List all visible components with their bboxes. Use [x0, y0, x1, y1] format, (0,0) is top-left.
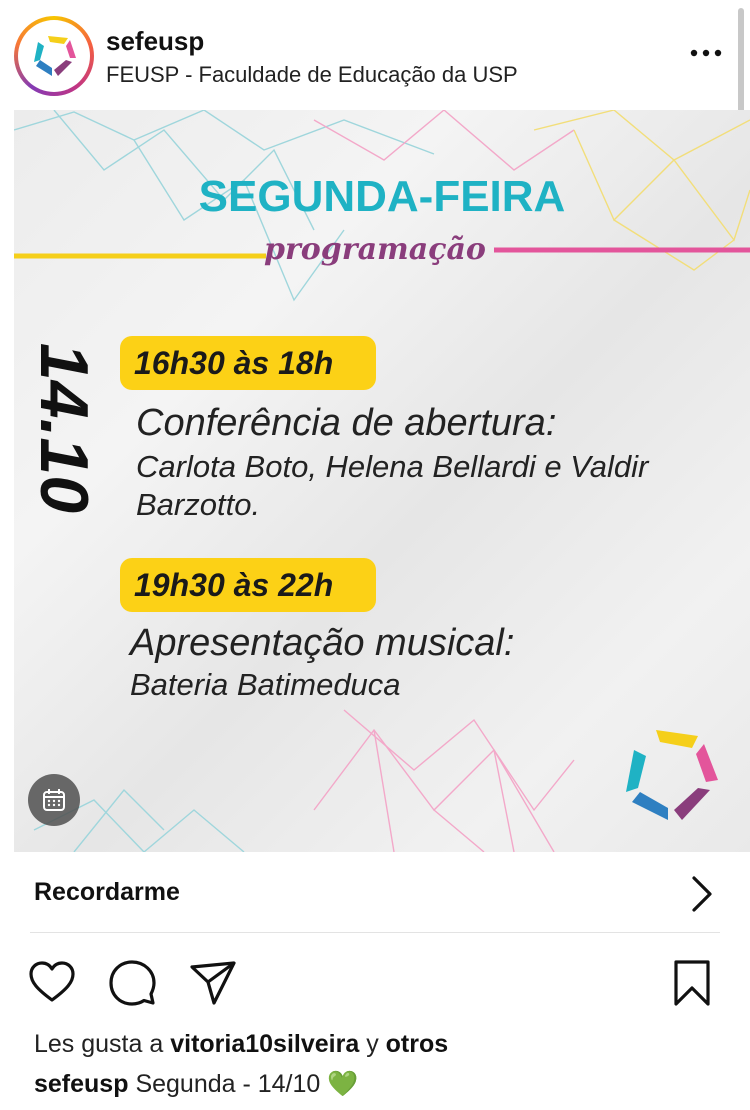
heart-icon [29, 961, 75, 1002]
profile-subtitle[interactable]: FEUSP - Faculdade de Educação da USP [106, 62, 518, 88]
post-header: sefeusp FEUSP - Faculdade de Educação da… [0, 0, 750, 118]
save-button[interactable] [668, 958, 718, 1008]
feusp-logo-icon [626, 730, 718, 820]
caption-username[interactable]: sefeusp [34, 1070, 128, 1098]
more-options-button[interactable] [686, 38, 726, 68]
caption-text: Segunda - 14/10 [135, 1070, 321, 1098]
likes-middle: y [366, 1030, 379, 1058]
share-icon [190, 961, 236, 1005]
comment-icon [109, 960, 156, 1006]
feusp-logo-icon [34, 36, 76, 76]
divider [30, 932, 720, 933]
avatar-logo [18, 20, 90, 92]
calendar-button[interactable] [28, 774, 80, 826]
chevron-right-icon [692, 876, 712, 912]
event-time-badge: 19h30 às 22h [120, 558, 376, 612]
likes-others[interactable]: otros [386, 1030, 449, 1058]
comment-button[interactable] [107, 958, 157, 1008]
username[interactable]: sefeusp [106, 26, 204, 57]
green-heart-emoji: 💚 [327, 1070, 359, 1098]
reminder-row[interactable]: Recordarme [0, 852, 750, 934]
bookmark-icon [674, 960, 710, 1006]
post-day-title: SEGUNDA-FEIRA [198, 172, 566, 221]
event-title: Apresentação musical: [130, 622, 515, 664]
action-bar [0, 950, 750, 1014]
post-date: 14.10 [26, 342, 102, 514]
event-names: Carlota Boto, Helena Bellardi e Valdir B… [136, 449, 649, 522]
likes-prefix: Les gusta a [34, 1030, 164, 1058]
more-options-icon [690, 49, 722, 57]
calendar-icon [43, 789, 65, 811]
event-title: Conferência de abertura: [136, 402, 557, 444]
scrollbar[interactable] [738, 8, 744, 118]
post-subtitle: programação [264, 232, 486, 267]
caption: sefeusp Segunda - 14/10 💚 [34, 1070, 358, 1099]
post-image[interactable]: SEGUNDA-FEIRA programação 14.10 16h30 às… [14, 110, 750, 852]
likes-text[interactable]: Les gusta a vitoria10silveira y otros [34, 1030, 448, 1059]
share-button[interactable] [188, 958, 238, 1008]
reminder-label: Recordarme [34, 878, 180, 906]
liker-username[interactable]: vitoria10silveira [170, 1030, 359, 1058]
like-button[interactable] [27, 958, 77, 1008]
event-names: Bateria Batimeduca [130, 667, 401, 702]
avatar[interactable] [14, 16, 94, 96]
event-time-badge: 16h30 às 18h [120, 336, 376, 390]
